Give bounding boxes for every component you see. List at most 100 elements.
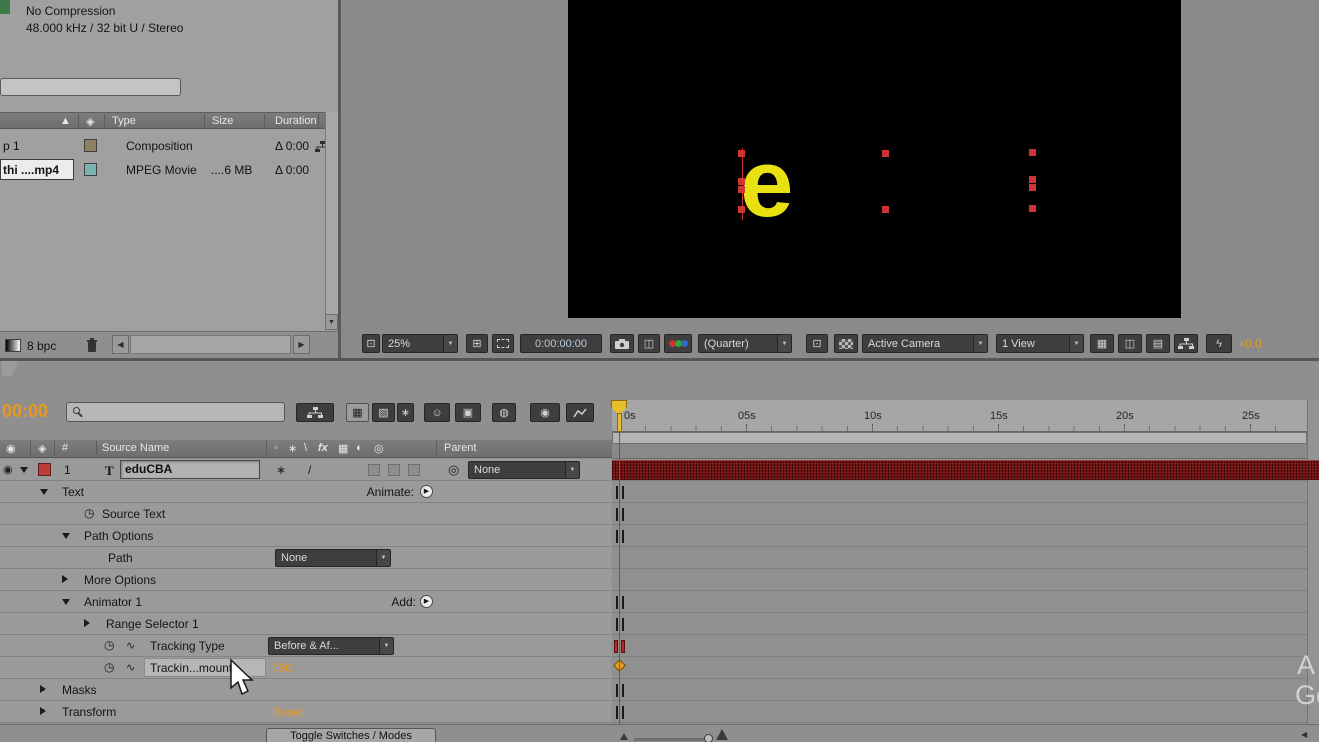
property-group-text[interactable]: Text Animate: ▶ (0, 481, 611, 503)
column-source-name[interactable]: Source Name (102, 442, 169, 454)
timeline-view-icon[interactable]: ▤ (1146, 334, 1170, 353)
collapsed-triangle[interactable] (40, 685, 46, 693)
timeline-zoom-slider-handle[interactable] (704, 734, 713, 742)
property-path[interactable]: Path None▼ (0, 547, 611, 569)
show-snapshot-icon[interactable]: ◫ (638, 334, 660, 353)
column-duration[interactable]: Duration (275, 115, 317, 127)
playhead-line[interactable] (619, 431, 620, 726)
graph-editor-button[interactable] (566, 403, 594, 422)
panel-splitter-vertical[interactable] (338, 0, 341, 358)
hold-keyframe-bar[interactable] (614, 640, 618, 653)
property-group-animator[interactable]: Animator 1 Add: ▶ (0, 591, 611, 613)
zoom-out-mountain-icon[interactable] (620, 733, 628, 740)
motion-blur-button[interactable]: ◍ (492, 403, 516, 422)
layer-duration-bar[interactable] (612, 460, 1319, 480)
hscroll-thumb[interactable] (130, 335, 291, 354)
work-area-bar[interactable] (612, 432, 1307, 444)
hscroll-left-arrow[interactable]: ◀ (112, 335, 129, 354)
current-time-display[interactable]: 00:00 (2, 401, 48, 422)
property-group-transform[interactable]: Transform Reset (0, 701, 611, 723)
exposure-value[interactable]: +0.0 (1238, 337, 1262, 351)
layer-color-swatch[interactable] (38, 463, 51, 476)
parent-pickwhip-icon[interactable]: ◎ (448, 462, 459, 478)
property-group-masks[interactable]: Masks (0, 679, 611, 701)
quality-switch-icon[interactable]: / (308, 463, 311, 477)
animate-menu-button[interactable]: ▶ (420, 485, 433, 498)
property-tracking-type[interactable]: ◷ ∿ Tracking Type Before & Af...▼ (0, 635, 611, 657)
shy-layers-button[interactable]: ☺ (424, 403, 450, 422)
snapshot-camera-icon[interactable] (610, 334, 634, 353)
project-search-input[interactable] (0, 78, 181, 96)
grid-icon[interactable]: ▦ (1090, 334, 1114, 353)
live-update-button[interactable]: ▦ (346, 403, 369, 422)
collapsed-triangle[interactable] (40, 707, 46, 715)
color-depth-label[interactable]: 8 bpc (27, 339, 56, 353)
viewer-timecode[interactable]: 0:00:00:00 (520, 334, 602, 353)
transparency-grid-icon[interactable] (834, 334, 858, 353)
column-type[interactable]: Type (112, 115, 136, 127)
column-parent[interactable]: Parent (444, 442, 476, 454)
tracking-type-dropdown[interactable]: Before & Af...▼ (268, 637, 394, 655)
item-color-swatch[interactable] (84, 139, 97, 152)
selector-handle[interactable] (1029, 184, 1036, 191)
scrollbar-down-arrow[interactable]: ▼ (325, 314, 338, 330)
hscroll-right-arrow[interactable]: ▶ (293, 335, 310, 354)
effects-switch-icon[interactable]: ∗ (276, 463, 286, 477)
column-number[interactable]: # (62, 442, 68, 454)
target-region-icon[interactable]: ⊡ (806, 334, 828, 353)
brainstorm-button[interactable]: ∗ (397, 403, 414, 422)
timeline-zoom-slider-track[interactable] (634, 738, 712, 741)
switch-box[interactable] (388, 464, 400, 476)
switch-box[interactable] (368, 464, 380, 476)
timeline-search-input[interactable] (66, 402, 285, 422)
stopwatch-icon[interactable]: ◷ (104, 660, 114, 674)
selector-handle[interactable] (882, 150, 889, 157)
playhead-stem[interactable] (617, 413, 622, 432)
trash-icon[interactable] (86, 338, 98, 353)
selector-handle[interactable] (738, 206, 745, 213)
sort-arrow-icon[interactable]: ▲ (60, 115, 71, 127)
resolution-dropdown[interactable]: (Quarter)▼ (698, 334, 792, 353)
layer-name-field[interactable]: eduCBA (120, 460, 260, 479)
expand-triangle[interactable] (62, 533, 70, 539)
view-layout-dropdown[interactable]: 1 View▼ (996, 334, 1084, 353)
comp-flowchart-icon[interactable] (1174, 334, 1198, 353)
camera-view-dropdown[interactable]: Active Camera▼ (862, 334, 988, 353)
mini-flowchart-button[interactable] (296, 403, 334, 422)
parent-dropdown[interactable]: None▼ (468, 461, 580, 479)
selector-handle[interactable] (738, 178, 745, 185)
color-depth-icon[interactable] (5, 339, 21, 352)
fast-previews-icon[interactable]: ϟ (1206, 334, 1232, 353)
graph-icon[interactable]: ∿ (126, 661, 135, 674)
selector-handle[interactable] (738, 150, 745, 157)
panel-splitter-horizontal[interactable] (0, 358, 1319, 361)
property-label[interactable]: Trackin...mount (150, 661, 232, 675)
collapsed-triangle[interactable] (84, 619, 90, 627)
zoom-dropdown[interactable]: 25%▼ (382, 334, 458, 353)
region-of-interest-icon[interactable] (492, 334, 514, 353)
tracking-amount-value[interactable]: 790 (272, 661, 292, 675)
selector-handle[interactable] (882, 206, 889, 213)
auto-keyframe-button[interactable]: ◉ (530, 403, 560, 422)
column-size[interactable]: Size (212, 115, 233, 127)
layer-row[interactable]: ◉ 1 T eduCBA ∗ / ◎ None▼ (0, 459, 611, 481)
switch-box[interactable] (408, 464, 420, 476)
item-color-swatch[interactable] (84, 163, 97, 176)
project-item-footage[interactable]: thi ....mp4 MPEG Movie ....6 MB Δ 0:00 (0, 158, 325, 182)
selector-handle[interactable] (738, 186, 745, 193)
label-color-column-icon[interactable]: ◈ (86, 115, 94, 128)
property-group-path-options[interactable]: Path Options (0, 525, 611, 547)
project-vertical-scrollbar[interactable] (325, 112, 338, 330)
grid-guides-icon[interactable]: ⊞ (466, 334, 488, 353)
property-source-text[interactable]: ◷ Source Text (0, 503, 611, 525)
time-ruler[interactable]: 0s 05s 10s 15s 20s 25s (612, 400, 1307, 432)
magnification-icon[interactable]: ⊡ (362, 334, 380, 353)
path-dropdown[interactable]: None▼ (275, 549, 391, 567)
stopwatch-icon[interactable]: ◷ (84, 506, 94, 520)
scroll-left-arrow-icon[interactable]: ◀ (1301, 730, 1307, 739)
collapsed-triangle[interactable] (62, 575, 68, 583)
property-group-more-options[interactable]: More Options (0, 569, 611, 591)
selector-handle[interactable] (1029, 176, 1036, 183)
expand-triangle[interactable] (40, 489, 48, 495)
timeline-tab-notch[interactable] (2, 361, 18, 376)
